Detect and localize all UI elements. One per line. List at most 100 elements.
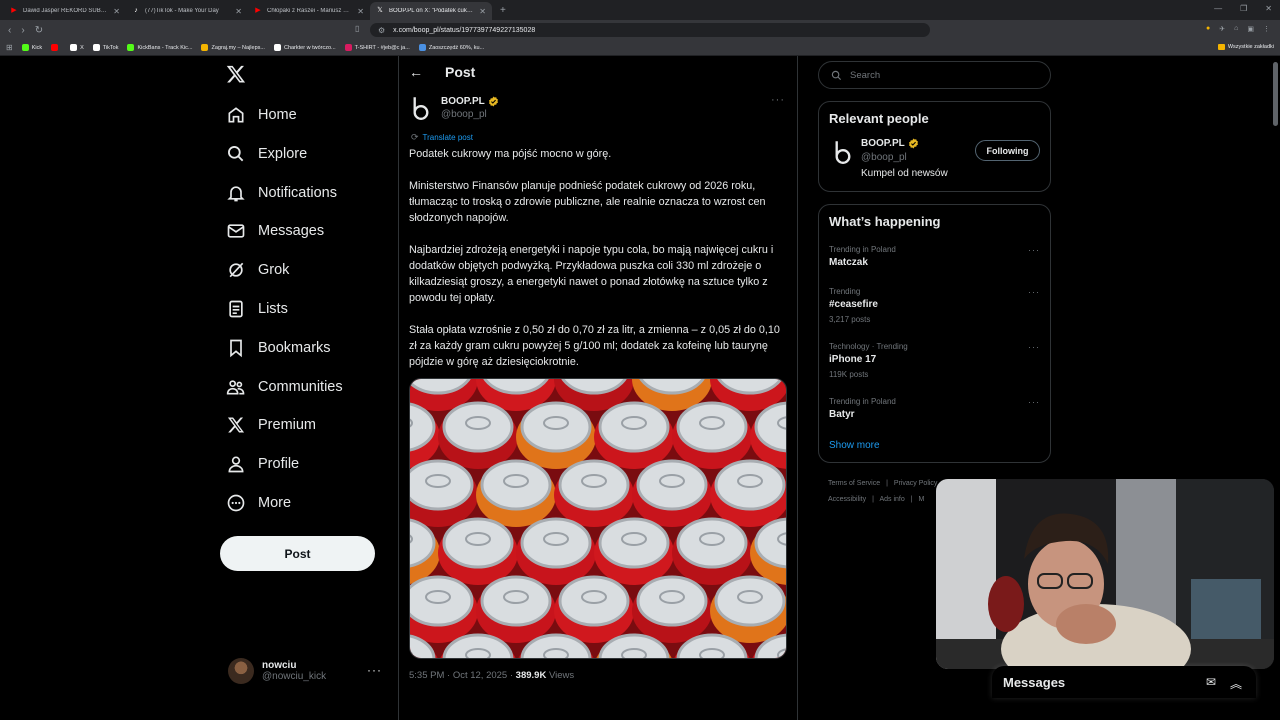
trend-more-icon[interactable]: ···	[1028, 342, 1040, 352]
close-tab-icon[interactable]: ✕	[357, 7, 364, 16]
relevant-person[interactable]: BOOP.PL @boop_pl Kumpel od newsów Follow…	[819, 126, 1050, 186]
trend-title: iPhone 17	[829, 354, 877, 365]
extension-icon[interactable]: ✈	[1219, 25, 1225, 33]
post-timestamp[interactable]: 5:35 PM · Oct 12, 2025 ·	[409, 670, 516, 681]
nav-item-more[interactable]: More	[226, 488, 291, 518]
all-bookmarks[interactable]: Wszystkie zakładki	[1217, 44, 1274, 50]
can-lid	[714, 575, 786, 627]
forward-icon[interactable]: ›	[21, 25, 24, 36]
trend-more-icon[interactable]: ···	[1028, 245, 1040, 255]
trend-item[interactable]: Technology · Trending iPhone 17 119K posts…	[819, 342, 1050, 397]
bookmark-item[interactable]	[51, 44, 61, 51]
nav-item-lists[interactable]: Lists	[226, 294, 288, 324]
whats-happening-title: What’s happening	[829, 214, 941, 229]
search-input[interactable]: Search	[818, 61, 1051, 89]
x-logo-icon[interactable]	[226, 64, 250, 88]
post-more-icon[interactable]: ···	[771, 94, 785, 106]
bookmark-item[interactable]: X	[70, 44, 84, 51]
footer-link[interactable]: Ads info	[879, 496, 904, 503]
account-more-icon[interactable]: ···	[367, 663, 382, 677]
bookmark-item[interactable]: Zagraj.my – Najleps...	[201, 44, 265, 51]
apps-grid-icon[interactable]: ⊞	[6, 43, 13, 52]
nav-item-label: Communities	[258, 378, 343, 395]
footer-link[interactable]: Accessibility	[828, 496, 866, 503]
footer-link[interactable]: M	[919, 496, 925, 503]
footer-link[interactable]: Privacy Policy	[894, 480, 938, 487]
post-author[interactable]: BOOP.PL @boop_pl	[409, 94, 499, 122]
nav-item-communities[interactable]: Communities	[226, 372, 343, 402]
x-icon: 𝕏	[377, 7, 383, 14]
trend-item[interactable]: Trending in Poland Batyr ···	[819, 397, 1050, 439]
webcam-overlay	[936, 479, 1274, 669]
trend-more-icon[interactable]: ···	[1028, 397, 1040, 407]
nav-item-messages[interactable]: Messages	[226, 216, 324, 246]
tab-title: BOOP.PL on X: "Podatek cukrow	[389, 8, 475, 14]
footer-link[interactable]: Terms of Service	[828, 480, 880, 487]
back-icon[interactable]: ‹	[8, 25, 11, 36]
site-info-icon[interactable]: ⚙	[378, 26, 385, 35]
translate-label: Translate post	[422, 133, 473, 142]
new-message-icon[interactable]: ✉	[1206, 675, 1216, 689]
bookmark-item[interactable]: Kick	[21, 44, 42, 51]
bookmark-item[interactable]: KickBans - Track Kic...	[127, 44, 192, 51]
nav-item-grok[interactable]: Grok	[226, 255, 289, 285]
account-switcher[interactable]: nowciu @nowciu_kick ···	[228, 656, 388, 686]
boop-logo-icon[interactable]	[831, 138, 855, 166]
nav-item-bookmarks[interactable]: Bookmarks	[226, 333, 331, 363]
close-tab-icon[interactable]: ✕	[113, 7, 120, 16]
back-arrow-icon[interactable]: ←	[409, 64, 423, 80]
close-tab-icon[interactable]: ✕	[479, 7, 486, 16]
reload-icon[interactable]: ↻	[35, 25, 43, 36]
nav-item-home[interactable]: Home	[226, 100, 297, 130]
browser-tab[interactable]: ♪ (77)TikTok - Make Your Day ✕	[126, 2, 248, 20]
bookmark-page-icon[interactable]: ▯	[355, 24, 359, 33]
browser-tab[interactable]: ▶ Dawid Jasper REKORD SUBÓW, PRO ✕	[4, 2, 126, 20]
trend-count: 3,217 posts	[829, 315, 871, 324]
person-name[interactable]: BOOP.PL	[861, 138, 905, 149]
menu-icon[interactable]: ⋮	[1263, 25, 1270, 33]
youtube-icon: ▶	[11, 7, 17, 14]
minimize-button[interactable]: —	[1214, 4, 1222, 13]
window-controls: — ❐ ✕	[1214, 4, 1272, 13]
post-image-soda-cans[interactable]	[409, 378, 787, 659]
communities-icon	[226, 379, 245, 395]
relevant-people-title: Relevant people	[829, 111, 929, 126]
author-name[interactable]: BOOP.PL	[441, 96, 485, 107]
browser-tab[interactable]: 𝕏 BOOP.PL on X: "Podatek cukrow ✕	[370, 2, 492, 20]
nav-item-profile[interactable]: Profile	[226, 449, 299, 479]
nav-item-label: Messages	[258, 223, 325, 240]
address-bar[interactable]: ⚙ x.com/boop_pl/status/19773977492271350…	[370, 23, 930, 37]
translate-post-link[interactable]: ⟳ Translate post	[411, 132, 473, 143]
show-more-link[interactable]: Show more	[829, 440, 880, 451]
extension-icon[interactable]: ●	[1206, 25, 1210, 33]
messages-dock[interactable]: Messages ✉ ︽	[992, 666, 1256, 698]
post-button[interactable]: Post	[220, 536, 375, 571]
bookmark-item[interactable]: Zaoszczędź 60%, ku...	[418, 44, 484, 51]
bookmark-item[interactable]: T-SHIRT - #jeb@c ja...	[344, 44, 410, 51]
close-tab-icon[interactable]: ✕	[235, 7, 242, 16]
boop-logo-icon[interactable]	[409, 94, 433, 122]
nav-item-premium[interactable]: Premium	[226, 410, 316, 440]
extension-icon[interactable]: ⌂	[1234, 25, 1238, 33]
browser-tab[interactable]: ▶ Chłopaki z Raszei - Mariusz wsd kaji ✕	[248, 2, 370, 20]
bookmark-item[interactable]: Charkter w twórczo...	[273, 44, 336, 51]
trend-item[interactable]: Trending #ceasefire 3,217 posts ···	[819, 287, 1050, 342]
bookmark-item[interactable]: TikTok	[92, 44, 118, 51]
following-button[interactable]: Following	[975, 140, 1040, 161]
extension-icon[interactable]: ▣	[1247, 25, 1254, 33]
expand-up-icon[interactable]: ︽	[1230, 675, 1242, 692]
nav-item-notifications[interactable]: Notifications	[226, 178, 337, 208]
close-window-button[interactable]: ✕	[1265, 4, 1272, 13]
nav-item-explore[interactable]: Explore	[226, 139, 307, 169]
page-scrollbar[interactable]	[1273, 62, 1278, 126]
trend-more-icon[interactable]: ···	[1028, 287, 1040, 297]
messages-dock-title: Messages	[1003, 674, 1066, 690]
footer-separator: |	[910, 496, 913, 503]
maximize-button[interactable]: ❐	[1240, 4, 1247, 13]
nav-item-label: Bookmarks	[258, 339, 331, 356]
bookmark-label: X	[80, 44, 84, 51]
search-icon	[228, 145, 244, 162]
new-tab-button[interactable]: +	[500, 5, 506, 16]
can-lid	[410, 575, 474, 627]
trend-item[interactable]: Trending in Poland Matczak ···	[819, 245, 1050, 287]
